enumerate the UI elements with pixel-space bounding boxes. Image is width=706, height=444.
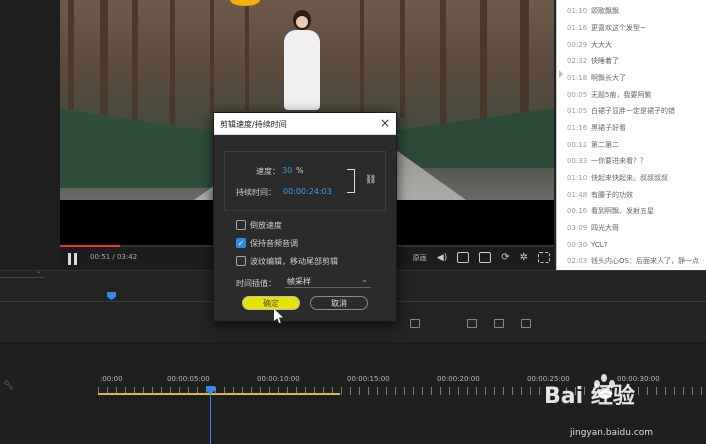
source-panel-strip — [0, 0, 60, 270]
screen: 00:51 / 03:42 原画 ◀) ⟳ ✲ 01:10 颂歌飘飘 01:16 更… — [0, 0, 706, 444]
video-overlay-badge — [230, 0, 260, 6]
extract-icon[interactable] — [494, 319, 504, 328]
work-area-bar[interactable] — [98, 393, 340, 395]
speed-unit: % — [296, 166, 304, 175]
fullscreen-icon[interactable] — [538, 252, 550, 263]
screenshot-icon[interactable] — [479, 252, 492, 263]
speed-duration-group — [224, 151, 386, 211]
link-icon[interactable]: ⛓︎ — [365, 175, 376, 185]
speed-duration-dialog: 剪辑速度/持续时间 × 速度： 30 % 持续时间： 00:00:24:03 ⛓… — [213, 112, 397, 322]
danmaku-icon[interactable] — [457, 252, 470, 263]
duration-input[interactable]: 00:00:24:03 — [283, 187, 332, 196]
quality-button[interactable]: 原画 — [413, 253, 427, 263]
chevron-down-icon: ⌄ — [35, 268, 41, 275]
list-item[interactable]: 00:29 大大大 — [557, 36, 706, 53]
checkbox-box[interactable] — [236, 256, 246, 266]
lift-icon[interactable] — [467, 319, 477, 328]
list-item[interactable]: 01:16 更喜欢这个发型~ — [557, 19, 706, 36]
dialog-title: 剪辑速度/持续时间 — [220, 120, 287, 129]
ruler-label: :00:00 — [100, 375, 123, 383]
loop-icon[interactable]: ⟳ — [501, 252, 509, 263]
watermark-brand: Bai 经验 — [544, 384, 635, 409]
ruler-label: 00:00:20:00 — [437, 375, 480, 383]
list-item[interactable]: 01:16 黑裙子好看 — [557, 119, 706, 136]
interpolation-select[interactable]: 帧采样 ⌄ — [285, 275, 371, 288]
person-in-video — [280, 10, 324, 110]
ruler-label: 00:00:15:00 — [347, 375, 390, 383]
ruler-label: 00:00:05:00 — [167, 375, 210, 383]
video-time: 00:51 / 03:42 — [90, 253, 138, 261]
list-item[interactable]: 01:10 颂歌飘飘 — [557, 2, 706, 19]
camera-icon[interactable] — [521, 319, 531, 328]
dialog-titlebar[interactable]: 剪辑速度/持续时间 × — [214, 113, 396, 135]
list-item[interactable]: 00:33 一你要进来看？？ — [557, 152, 706, 169]
list-item[interactable]: 00:30 YCL? — [557, 236, 706, 253]
list-item[interactable]: 01:05 白裙子显胖一定是裙子的错 — [557, 102, 706, 119]
list-item[interactable]: 00:05 无题5痕，我要阿紫 — [557, 86, 706, 103]
ok-button[interactable]: 确定 — [242, 296, 300, 310]
close-icon[interactable]: × — [380, 116, 390, 130]
wrench-icon[interactable]: 🔧︎ — [3, 381, 14, 391]
zoom-dropdown[interactable]: ⌄ — [0, 268, 45, 278]
chevron-down-icon: ⌄ — [361, 275, 368, 284]
reverse-speed-checkbox[interactable]: 倒放速度 — [236, 219, 282, 231]
cancel-button[interactable]: 取消 — [310, 296, 368, 310]
playhead-line — [210, 388, 211, 444]
speed-input[interactable]: 30 — [282, 166, 292, 175]
step-forward-icon[interactable] — [410, 319, 420, 328]
list-item[interactable]: 01:48 有腰子的功效 — [557, 186, 706, 203]
video-progress[interactable] — [60, 245, 120, 247]
link-bracket — [347, 169, 355, 193]
duration-label: 持续时间： — [236, 188, 276, 197]
pause-icon[interactable] — [68, 253, 78, 265]
watermark-url: jingyan.baidu.com — [570, 428, 654, 438]
list-item[interactable]: 03:09 四光大哥 — [557, 219, 706, 236]
list-item[interactable]: 00:11 第二第二 — [557, 136, 706, 153]
checkbox-box[interactable] — [236, 220, 246, 230]
list-item[interactable]: 02:32 快睡着了 — [557, 52, 706, 69]
list-item[interactable]: 00:16 看到啊飘、发射五星 — [557, 202, 706, 219]
list-item[interactable]: 01:10 快起来快起来。叔叔叔叔 — [557, 169, 706, 186]
check-icon[interactable]: ✓ — [236, 238, 246, 248]
interpolation-label: 时间插值： — [236, 279, 276, 288]
list-item[interactable]: 01:18 啊飘长大了 — [557, 69, 706, 86]
comment-list-panel: 01:10 颂歌飘飘 01:16 更喜欢这个发型~ 00:29 大大大 02:32 快睡… — [556, 0, 706, 270]
list-item[interactable]: 02:03 钱头内心OS：后面来人了，静一点 — [557, 252, 706, 269]
keep-pitch-checkbox[interactable]: ✓ 保持音频音调 — [236, 237, 298, 249]
settings-gear-icon[interactable]: ✲ — [520, 252, 528, 263]
timeline-track-headers — [0, 344, 98, 444]
volume-icon[interactable]: ◀) — [437, 253, 447, 263]
ripple-edit-checkbox[interactable]: 波纹编辑，移动尾部剪辑 — [236, 255, 338, 267]
ruler-label: 00:00:10:00 — [257, 375, 300, 383]
speed-label: 速度： — [256, 167, 280, 176]
baidu-jingyan-watermark: Bai 经验 jingyan.baidu.com — [540, 370, 706, 444]
